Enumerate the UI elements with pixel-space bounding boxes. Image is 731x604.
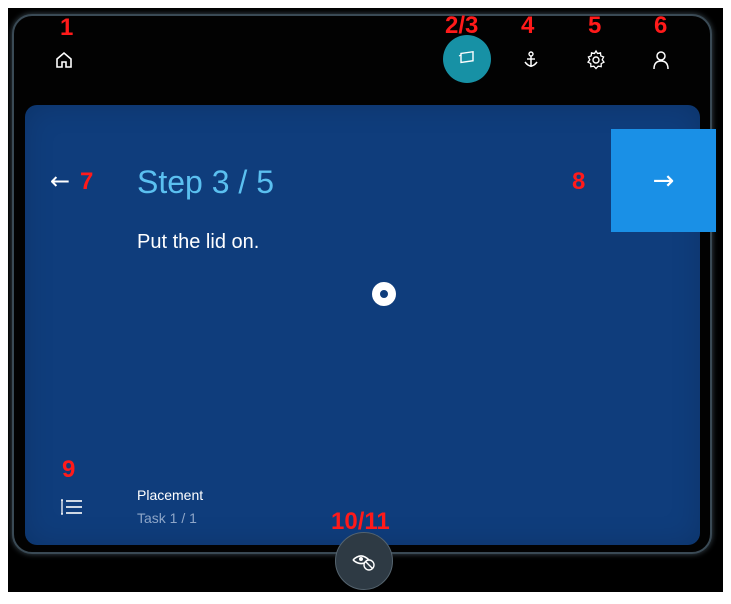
hide-eye-icon: [352, 555, 375, 571]
person-icon: [653, 51, 669, 70]
step-title: Step 3 / 5: [137, 164, 274, 200]
list-icon: [61, 499, 82, 515]
home-button[interactable]: [52, 48, 76, 72]
step-instruction: Put the lid on.: [137, 231, 260, 253]
home-icon: [56, 51, 72, 68]
back-button[interactable]: ←: [50, 167, 70, 195]
hide-panel-button[interactable]: [335, 532, 393, 590]
settings-button[interactable]: [584, 48, 608, 72]
callout-2-3: 2/3: [445, 12, 479, 39]
callout-8: 8: [572, 168, 586, 195]
callout-1: 1: [60, 14, 74, 41]
next-step-button[interactable]: →: [611, 129, 716, 232]
task-progress: Task 1 / 1: [137, 510, 197, 526]
profile-button[interactable]: [649, 48, 673, 72]
holograms-icon: [458, 50, 474, 64]
anchor-icon: [524, 51, 538, 67]
task-name: Placement: [137, 487, 204, 503]
callout-7: 7: [80, 168, 94, 195]
task-list-button[interactable]: [60, 497, 84, 521]
callout-10-11: 10/11: [331, 508, 390, 535]
gear-icon: [587, 49, 605, 70]
callout-4: 4: [521, 12, 535, 39]
callout-5: 5: [588, 12, 602, 39]
arrow-right-icon: →: [652, 165, 675, 196]
step-card: [25, 105, 700, 545]
callout-6: 6: [654, 12, 668, 39]
anchor-button[interactable]: [519, 48, 543, 72]
callout-9: 9: [62, 456, 76, 483]
gaze-cursor: [372, 282, 396, 306]
content-toggle-button[interactable]: [443, 35, 491, 83]
